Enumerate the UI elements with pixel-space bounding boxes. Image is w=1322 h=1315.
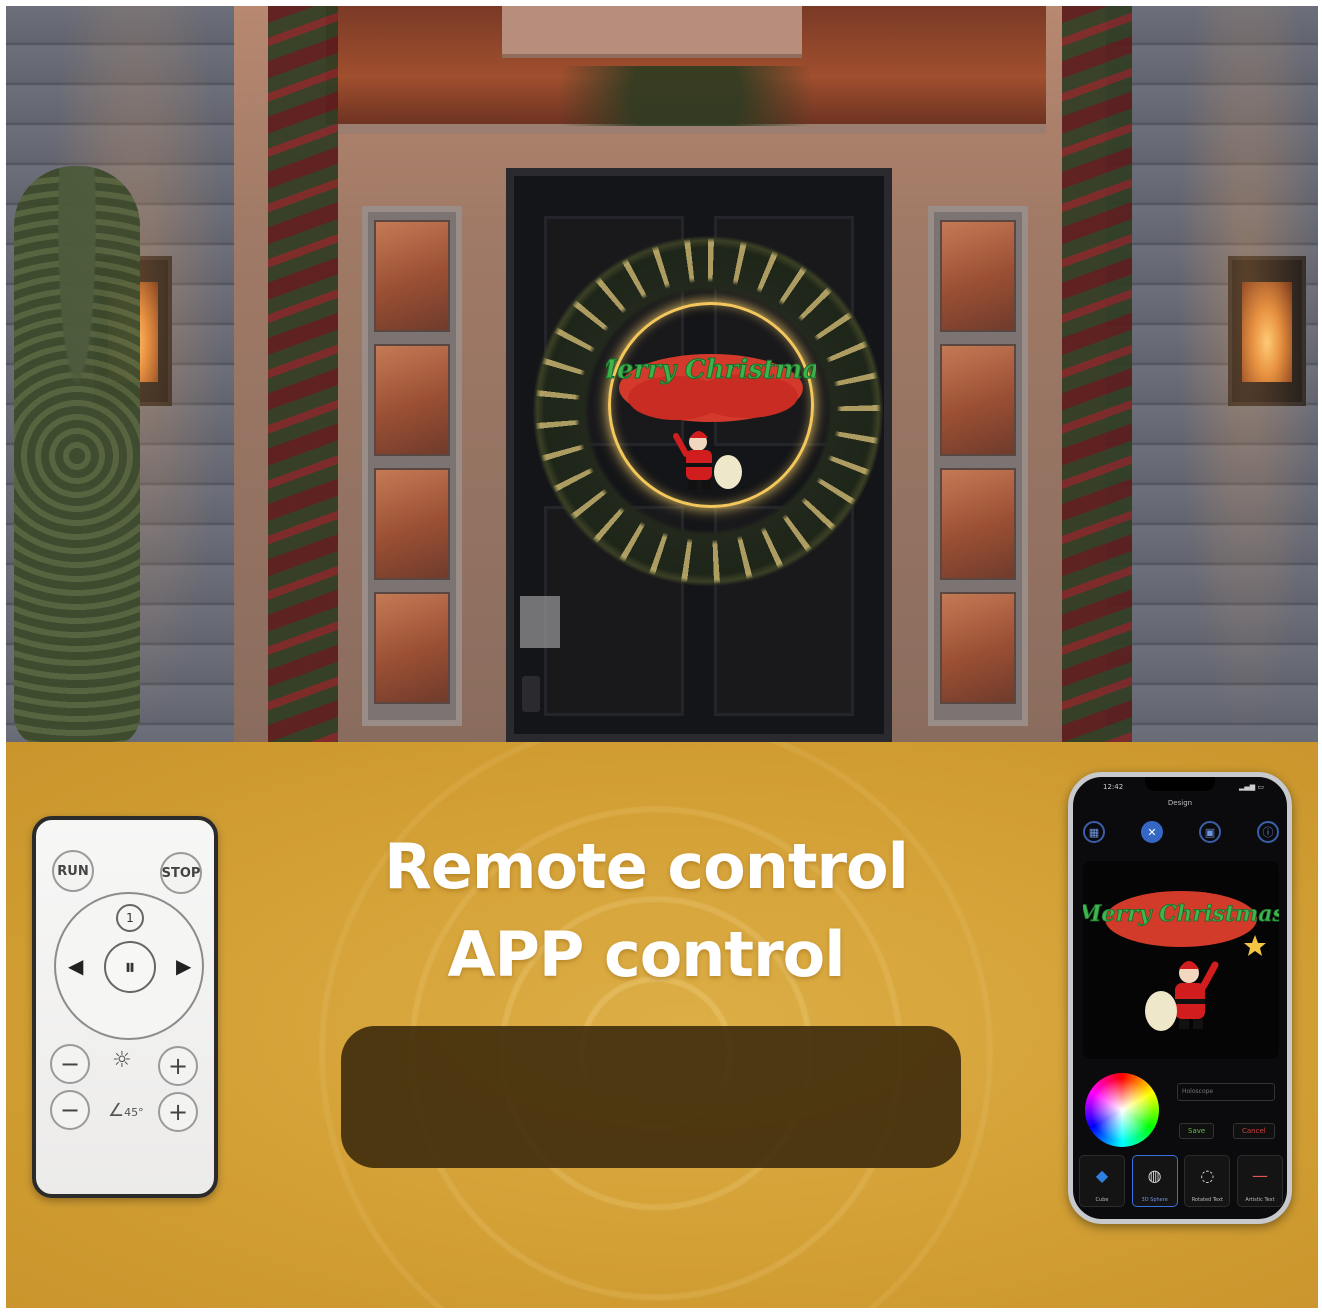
window-pane	[374, 344, 450, 456]
brightness-plus-button[interactable]: +	[158, 1046, 198, 1086]
window-pane	[940, 468, 1016, 580]
color-wheel[interactable]	[1085, 1073, 1159, 1147]
grid-icon[interactable]: ▦	[1083, 821, 1105, 843]
garland-left	[268, 6, 338, 742]
status-time: 12:42	[1103, 783, 1124, 791]
image-icon[interactable]: ▣	[1199, 821, 1221, 843]
rotated-text-icon: ◌	[1200, 1166, 1215, 1185]
angle-minus-button[interactable]: −	[50, 1090, 90, 1130]
window-pane	[940, 220, 1016, 332]
dark-caption-box	[341, 1026, 961, 1168]
save-button[interactable]: Save	[1179, 1123, 1215, 1139]
brightness-icon: ☼	[112, 1048, 132, 1073]
status-icons: ▂▄▆ ▭	[1239, 783, 1264, 791]
angle-plus-button[interactable]: +	[158, 1092, 198, 1132]
cube-icon: ◆	[1095, 1166, 1109, 1185]
lantern-glow	[1176, 6, 1318, 742]
play-pause-button[interactable]: ⏸	[104, 941, 156, 993]
right-sidelight	[928, 206, 1028, 726]
product-image: Merry Christmas Remote control	[6, 6, 1318, 1308]
tile-label: Cube	[1095, 1197, 1109, 1203]
window-pane	[374, 592, 450, 704]
window-pane	[374, 468, 450, 580]
cancel-button[interactable]: Cancel	[1233, 1123, 1275, 1139]
stop-button[interactable]: STOP	[160, 852, 202, 894]
preview-text: Merry Christmas	[1083, 901, 1279, 927]
garland-right	[1062, 6, 1132, 742]
tile-label: Rotated Text	[1191, 1197, 1223, 1203]
left-sidelight	[362, 206, 462, 726]
signal-waves	[206, 742, 1106, 1308]
top-garland	[506, 66, 866, 126]
tile-cube[interactable]: ◆ Cube	[1079, 1155, 1125, 1207]
santa-icon	[673, 431, 742, 490]
app-nav: ▦ ✕ ▣ ⓘ	[1083, 821, 1279, 843]
santa-icon	[1145, 961, 1219, 1031]
preview-art: Merry Christmas	[1076, 891, 1285, 1031]
remote-control: RUN STOP 1 ◀ ▶ ⏸ − ☼ + − ∠45° +	[32, 816, 218, 1198]
info-icon[interactable]: ⓘ	[1257, 821, 1279, 843]
direction-dial[interactable]: 1 ◀ ▶ ⏸	[54, 892, 204, 1040]
tile-3d-sphere[interactable]: ◍ 3D Sphere	[1131, 1155, 1178, 1207]
headline-app-control: APP control	[447, 918, 846, 991]
spiral-topiary	[14, 166, 140, 742]
angle-label: 45°	[124, 1106, 144, 1119]
angle-icon: ∠45°	[108, 1100, 144, 1121]
left-arrow-icon[interactable]: ◀	[68, 954, 83, 978]
artistic-text-icon: —	[1251, 1166, 1268, 1185]
tile-artistic-text[interactable]: — Artistic Text	[1236, 1155, 1283, 1207]
tile-label: 3D Sphere	[1141, 1197, 1168, 1203]
door-tag	[520, 596, 560, 648]
merry-christmas-hologram: Merry Christmas	[606, 354, 816, 490]
transom-sign	[502, 6, 802, 58]
mode-button[interactable]: 1	[116, 904, 144, 932]
door-handle	[522, 676, 540, 712]
name-input[interactable]: Holoscope	[1177, 1083, 1275, 1101]
brightness-minus-button[interactable]: −	[50, 1044, 90, 1084]
run-button[interactable]: RUN	[52, 850, 94, 892]
hologram-preview: Merry Christmas	[1076, 861, 1285, 1059]
design-icon[interactable]: ✕	[1141, 821, 1163, 843]
tile-label: Artistic Text	[1245, 1197, 1275, 1203]
app-title: Design	[1167, 799, 1193, 807]
sphere-icon: ◍	[1147, 1166, 1162, 1185]
headline-remote-control: Remote control	[384, 830, 909, 903]
window-pane	[940, 592, 1016, 704]
window-pane	[374, 220, 450, 332]
right-arrow-icon[interactable]: ▶	[176, 954, 191, 978]
tile-rotated-text[interactable]: ◌ Rotated Text	[1184, 1155, 1231, 1207]
angle-glyph: ∠	[108, 1100, 125, 1121]
effect-tiles: ◆ Cube ◍ 3D Sphere ◌ Rotated Text — Arti…	[1079, 1155, 1283, 1207]
window-pane	[940, 344, 1016, 456]
porch-photo: Merry Christmas	[6, 6, 1318, 742]
phone-notch	[1145, 777, 1215, 791]
wreath-sign-text: Merry Christmas	[606, 355, 816, 385]
smartphone-app: 12:42 ▂▄▆ ▭ Design ▦ ✕ ▣ ⓘ Merry Christm…	[1068, 772, 1292, 1224]
